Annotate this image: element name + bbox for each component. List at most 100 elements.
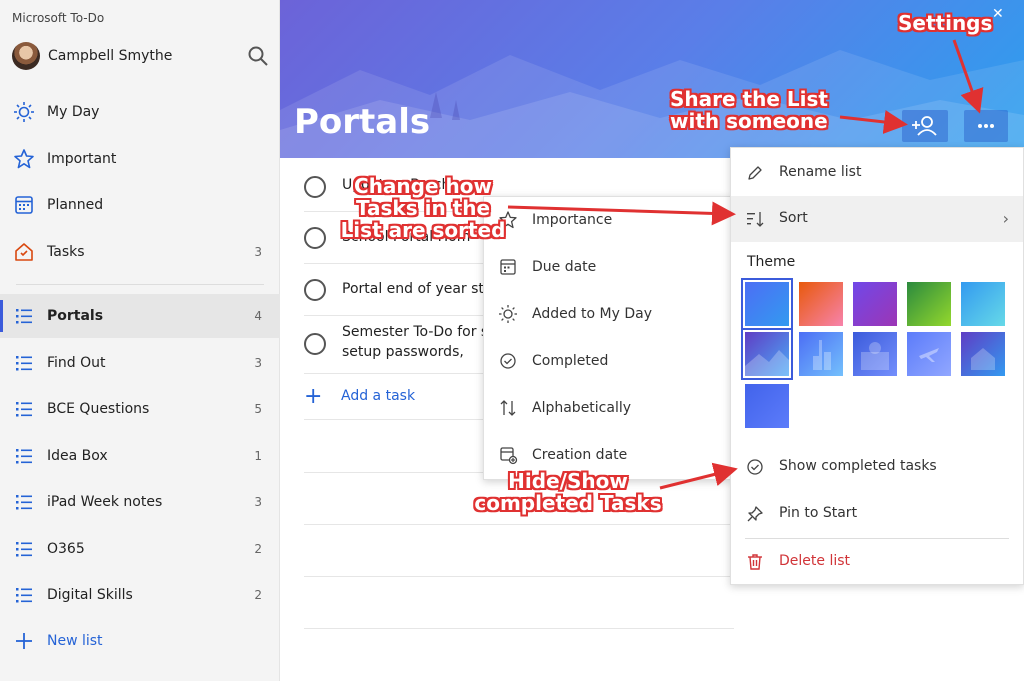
sidebar-list-bce-questions[interactable]: BCE Questions 5 — [0, 387, 280, 431]
task-complete-checkbox[interactable] — [304, 227, 326, 249]
list-options-menu: Rename list Sort › Theme Show completed … — [730, 147, 1024, 585]
annotation-hide-show: Hide/Show completed Tasks — [466, 470, 670, 514]
task-complete-checkbox[interactable] — [304, 176, 326, 198]
sidebar-item-label: Portals — [47, 308, 104, 324]
menu-item-label: Completed — [532, 353, 609, 369]
item-count: 2 — [254, 588, 262, 602]
theme-swatch-mountains[interactable] — [741, 328, 793, 380]
annotation-settings: Settings — [898, 11, 993, 35]
user-profile[interactable]: Campbell Smythe — [0, 40, 280, 74]
chevron-right-icon: › — [1002, 209, 1009, 228]
sort-alphabetically[interactable]: Alphabetically — [484, 385, 730, 431]
item-count: 3 — [254, 495, 262, 509]
search-icon[interactable] — [246, 44, 270, 68]
menu-item-label: Alphabetically — [532, 400, 632, 416]
item-count: 3 — [254, 245, 262, 259]
item-count: 2 — [254, 542, 262, 556]
new-list-button[interactable]: New list — [0, 619, 280, 663]
sort-by-due-date[interactable]: Due date — [484, 244, 730, 290]
add-task-label: Add a task — [341, 388, 416, 404]
task-complete-checkbox[interactable] — [304, 333, 326, 355]
list-icon — [13, 445, 35, 467]
more-options-button[interactable] — [964, 110, 1008, 142]
list-icon — [13, 491, 35, 513]
sidebar-item-planned[interactable]: Planned — [0, 183, 280, 227]
sidebar-list-digital-skills[interactable]: Digital Skills 2 — [0, 573, 280, 617]
annotation-line: Tasks in the — [355, 196, 491, 220]
sidebar-item-label: Tasks — [47, 244, 85, 260]
item-count: 5 — [254, 402, 262, 416]
menu-item-label: Rename list — [779, 164, 862, 180]
sidebar-item-important[interactable]: Important — [0, 137, 280, 181]
item-count: 4 — [254, 309, 262, 323]
sort-submenu: Importance Due date Added to My Day Comp… — [483, 196, 731, 480]
theme-swatch-indigo[interactable] — [745, 384, 789, 428]
sort-icon — [745, 209, 765, 229]
divider — [304, 576, 734, 577]
sidebar-item-tasks[interactable]: Tasks 3 — [0, 230, 280, 274]
plus-icon: + — [304, 384, 323, 409]
pin-to-start-item[interactable]: Pin to Start — [731, 491, 1023, 537]
theme-swatch-office[interactable] — [853, 332, 897, 376]
annotation-line: Hide/Show — [508, 469, 628, 493]
item-count: 1 — [254, 449, 262, 463]
menu-item-label: Added to My Day — [532, 306, 653, 322]
sidebar-item-label: O365 — [47, 541, 85, 557]
sidebar-item-label: My Day — [47, 104, 100, 120]
annotation-sort: Change how Tasks in the List are sorted — [330, 175, 516, 241]
theme-swatch-plane[interactable] — [907, 332, 951, 376]
theme-swatch-teal[interactable] — [961, 282, 1005, 326]
home-icon — [13, 241, 35, 263]
task-title: Portal end of year sta — [342, 281, 493, 297]
list-icon — [13, 352, 35, 374]
theme-swatch-house[interactable] — [961, 332, 1005, 376]
theme-swatch-purple[interactable] — [853, 282, 897, 326]
sidebar-item-label: Find Out — [47, 355, 106, 371]
calendar-icon — [498, 257, 518, 277]
sidebar-list-o365[interactable]: O365 2 — [0, 527, 280, 571]
sidebar-item-my-day[interactable]: My Day — [0, 90, 280, 134]
menu-item-label: Creation date — [532, 447, 628, 463]
sidebar-list-find-out[interactable]: Find Out 3 — [0, 341, 280, 385]
add-person-icon — [912, 116, 937, 136]
theme-swatch-city[interactable] — [799, 332, 843, 376]
sort-arrows-icon — [498, 398, 518, 418]
sidebar-item-label: Planned — [47, 197, 104, 213]
sidebar-list-portals[interactable]: Portals 4 — [0, 294, 280, 338]
avatar[interactable] — [12, 42, 40, 70]
sort-item[interactable]: Sort › — [731, 196, 1023, 242]
theme-swatch-green[interactable] — [907, 282, 951, 326]
user-name: Campbell Smythe — [48, 48, 173, 64]
delete-list-item[interactable]: Delete list — [731, 539, 1023, 585]
annotation-line: with someone — [670, 109, 828, 133]
annotation-line: Change how — [354, 174, 492, 198]
trash-icon — [745, 552, 765, 572]
page-title: Portals — [294, 102, 431, 142]
rename-list-item[interactable]: Rename list — [731, 150, 1023, 196]
show-completed-tasks-item[interactable]: Show completed tasks — [731, 444, 1023, 490]
task-complete-checkbox[interactable] — [304, 279, 326, 301]
share-list-button[interactable] — [902, 110, 948, 142]
sort-by-importance[interactable]: Importance — [484, 197, 730, 243]
annotation-line: Share the List — [670, 87, 828, 111]
sidebar-list-idea-box[interactable]: Idea Box 1 — [0, 434, 280, 478]
annotation-share: Share the List with someone — [670, 88, 828, 132]
annotation-line: completed Tasks — [474, 491, 662, 515]
menu-item-label: Importance — [532, 212, 613, 228]
theme-swatch-coral[interactable] — [799, 282, 843, 326]
sidebar-item-label: iPad Week notes — [47, 494, 163, 510]
menu-item-label: Due date — [532, 259, 597, 275]
sort-by-added-to-my-day[interactable]: Added to My Day — [484, 291, 730, 337]
list-icon — [13, 398, 35, 420]
calendar-icon — [13, 194, 35, 216]
sun-icon — [13, 101, 35, 123]
close-icon[interactable]: ✕ — [992, 6, 1010, 24]
plus-icon — [13, 630, 35, 652]
sort-by-completed[interactable]: Completed — [484, 338, 730, 384]
star-icon — [13, 148, 35, 170]
theme-swatch-blue[interactable] — [741, 278, 793, 330]
calendar-add-icon — [498, 445, 518, 465]
list-icon — [13, 305, 35, 327]
sidebar-list-ipad-week-notes[interactable]: iPad Week notes 3 — [0, 480, 280, 524]
menu-item-label: Delete list — [779, 553, 851, 569]
